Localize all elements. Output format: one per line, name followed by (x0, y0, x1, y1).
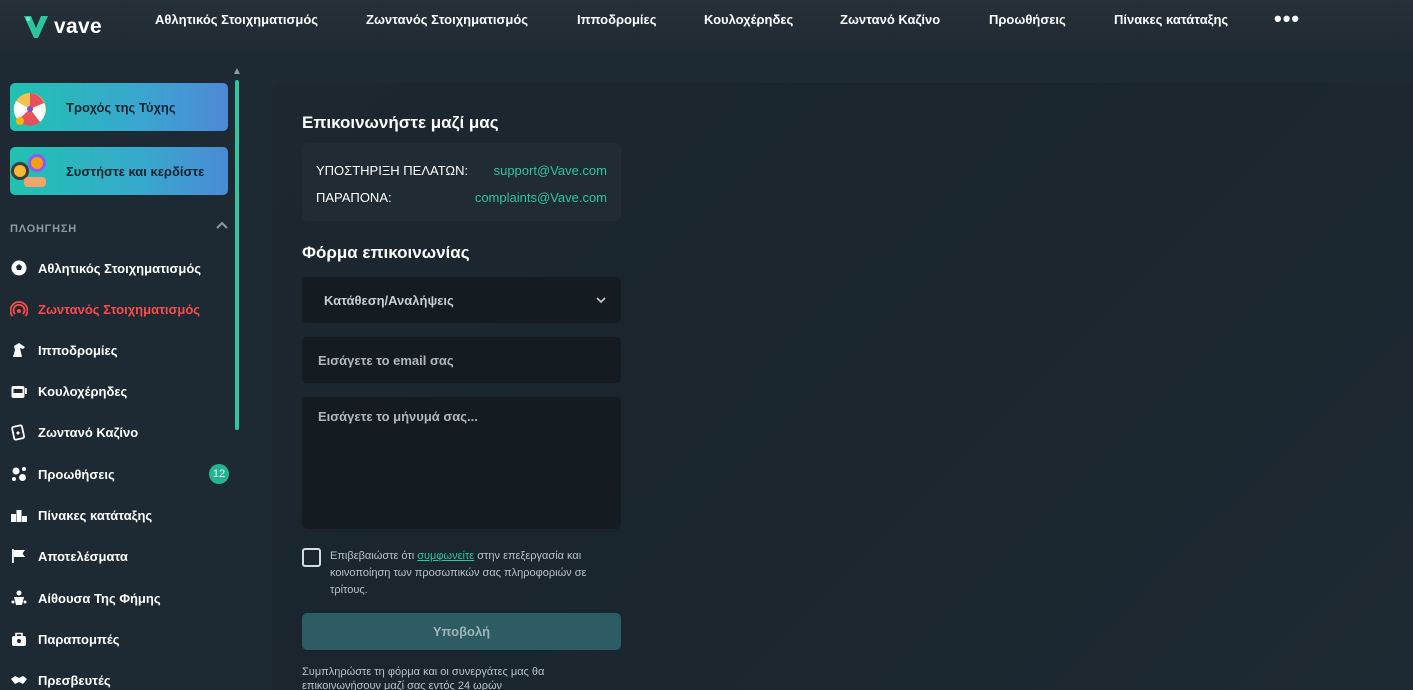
sidebar-item-leaderboards[interactable]: Πίνακες κατάταξης (10, 502, 230, 528)
nav-sports-betting[interactable]: Αθλητικός Στοιχηματισμός (155, 12, 318, 27)
sidebar-item-horse-racing[interactable]: Ιπποδρομίες (10, 337, 230, 363)
soccer-ball-icon (11, 260, 27, 276)
sidebar-item-label: Ιπποδρομίες (38, 342, 118, 358)
chevron-down-icon (596, 297, 606, 304)
top-navigation-bar: vave Αθλητικός Στοιχηματισμός Ζωντανός Σ… (0, 0, 1413, 54)
sidebar-item-live-casino[interactable]: Ζωντανό Καζίνο (10, 419, 230, 445)
hall-of-fame-icon (11, 590, 27, 605)
sidebar-item-label: Ζωντανό Καζίνο (38, 424, 139, 440)
promo-label: Τροχός της Τύχης (66, 99, 176, 115)
sidebar-item-ambassadors[interactable]: Πρεσβευτές (10, 667, 230, 690)
topic-selected-value: Κατάθεση/Αναλήψεις (324, 293, 454, 308)
promo-refer-and-earn[interactable]: Συστήστε και κερδίστε (10, 147, 228, 195)
promo-wheel-of-fortune[interactable]: Τροχός της Τύχης (10, 83, 228, 131)
sidebar-item-label: Κουλοχέρηδες (38, 383, 128, 399)
sidebar-item-live-betting[interactable]: Ζωντανός Στοιχηματισμός (10, 296, 230, 322)
sidebar-item-label: Πρεσβευτές (38, 672, 111, 688)
topic-select[interactable]: Κατάθεση/Αναλήψεις (302, 277, 621, 323)
sidebar-item-label: Παραπομπές (38, 631, 120, 647)
playing-cards-icon (11, 424, 25, 441)
vave-logo-icon (24, 16, 48, 38)
sidebar-item-slots[interactable]: Κουλοχέρηδες (10, 378, 230, 404)
wheel-of-fortune-icon (13, 93, 46, 126)
complaints-label: ΠΑΡΑΠΟΝΑ: (316, 190, 392, 205)
sidebar-item-sports-betting[interactable]: Αθλητικός Στοιχηματισμός (10, 255, 230, 281)
more-menu-icon[interactable]: ••• (1274, 6, 1300, 32)
support-label: ΥΠΟΣΤΗΡΙΞΗ ΠΕΛΑΤΩΝ: (316, 163, 469, 178)
chevron-up-icon[interactable] (215, 219, 229, 233)
referrals-icon (12, 632, 26, 646)
consent-text-start: Επιβεβαιώστε ότι (330, 550, 418, 562)
sidebar-item-results[interactable]: Αποτελέσματα (10, 543, 230, 569)
nav-horse-racing[interactable]: Ιπποδρομίες (577, 12, 656, 27)
main-content: Επικοινωνήστε μαζί μας ΥΠΟΣΤΗΡΙΞΗ ΠΕΛΑΤΩ… (272, 83, 1413, 690)
logo[interactable]: vave (22, 13, 132, 41)
nav-live-casino[interactable]: Ζωντανό Καζίνο (840, 12, 940, 27)
brand-name: vave (54, 15, 102, 38)
contact-info-box: ΥΠΟΣΤΗΡΙΞΗ ΠΕΛΑΤΩΝ: support@Vave.com ΠΑΡ… (302, 143, 621, 221)
email-input[interactable] (302, 337, 621, 383)
sidebar-item-referrals[interactable]: Παραπομπές (10, 626, 230, 652)
promo-label: Συστήστε και κερδίστε (66, 163, 205, 179)
scroll-up-icon[interactable]: ▲ (232, 66, 242, 77)
nav-leaderboards[interactable]: Πίνακες κατάταξης (1114, 12, 1228, 27)
form-footnote: Συμπληρώστε τη φόρμα και οι συνεργάτες μ… (302, 666, 545, 690)
sidebar-item-label: Προωθήσεις (38, 466, 115, 482)
sidebar-item-promotions[interactable]: Προωθήσεις 12 (10, 461, 230, 487)
sidebar-scrollbar[interactable] (235, 80, 239, 430)
consent-agree-link[interactable]: συμφωνείτε (417, 550, 474, 562)
navigation-section-title: ΠΛΟΗΓΗΣΗ (10, 223, 77, 235)
nav-promotions[interactable]: Προωθήσεις (989, 12, 1066, 27)
nav-live-betting[interactable]: Ζωντανός Στοιχηματισμός (366, 12, 528, 27)
message-textarea[interactable] (302, 397, 621, 529)
slot-machine-icon (11, 386, 27, 398)
live-broadcast-icon (10, 301, 28, 317)
consent-text: Επιβεβαιώστε ότι συμφωνείτε στην επεξεργ… (330, 548, 600, 599)
sidebar-item-label: Αθλητικός Στοιχηματισμός (38, 260, 202, 276)
support-email-link[interactable]: support@Vave.com (494, 163, 607, 178)
sidebar-item-label: Ζωντανός Στοιχηματισμός (38, 301, 201, 317)
promotions-icon (12, 467, 26, 481)
sidebar: ▲ Τροχός της Τύχης Συστήστε και κερδίστε… (0, 54, 244, 690)
nav-slots[interactable]: Κουλοχέρηδες (704, 12, 793, 27)
consent-checkbox[interactable] (302, 548, 321, 567)
contact-heading: Επικοινωνήστε μαζί μας (302, 113, 499, 132)
submit-button[interactable]: Υποβολή (302, 613, 621, 650)
sidebar-item-hall-of-fame[interactable]: Αίθουσα Της Φήμης (10, 585, 230, 611)
horse-icon (13, 343, 25, 357)
sidebar-item-label: Αίθουσα Της Φήμης (38, 590, 161, 606)
leaderboard-icon (11, 510, 27, 522)
promotions-count-badge: 12 (209, 464, 229, 484)
complaints-email-link[interactable]: complaints@Vave.com (475, 190, 607, 205)
referral-coins-icon (11, 154, 46, 187)
flag-icon (12, 549, 25, 563)
contact-form-heading: Φόρμα επικοινωνίας (302, 243, 470, 262)
sidebar-item-label: Αποτελέσματα (38, 548, 128, 564)
sidebar-item-label: Πίνακες κατάταξης (38, 507, 153, 523)
handshake-icon (11, 676, 27, 684)
